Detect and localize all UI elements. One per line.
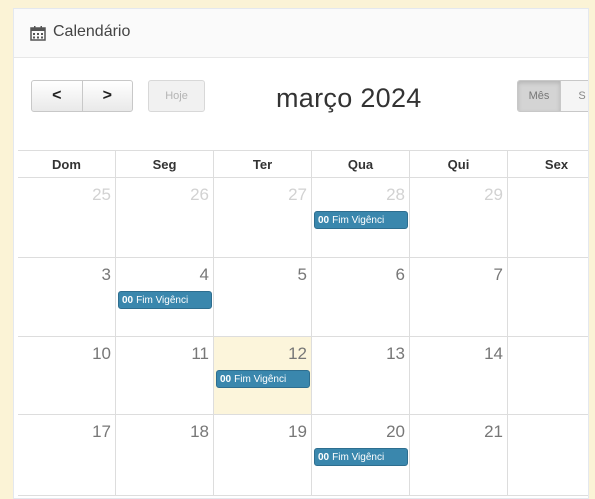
event-time: 00 [318, 214, 330, 226]
event-time: 00 [122, 294, 134, 306]
today-day-cell[interactable]: 12 00 Fim Vigênci [214, 337, 312, 414]
calendar-event[interactable]: 00 Fim Vigênci [314, 448, 408, 466]
panel-title: Calendário [53, 23, 131, 40]
week-view-button[interactable]: S [560, 81, 588, 111]
day-cell[interactable]: 20 00 Fim Vigênci [312, 415, 410, 495]
day-number: 21 [484, 422, 503, 441]
weekday-header: Ter [214, 151, 312, 177]
event-time: 00 [318, 451, 330, 463]
weekday-header: Sex [508, 151, 588, 177]
day-number: 13 [386, 344, 405, 363]
day-number: 12 [288, 344, 307, 363]
weekday-header-row: Dom Seg Ter Qua Qui Sex [18, 150, 588, 178]
day-number: 17 [92, 422, 111, 441]
weekday-header: Dom [18, 151, 116, 177]
day-cell[interactable] [508, 178, 588, 257]
nav-button-group: < > [31, 80, 133, 112]
day-number: 27 [288, 185, 307, 204]
calendar-toolbar: < > Hoje março 2024 Mês S [14, 58, 588, 148]
day-cell[interactable]: 27 [214, 178, 312, 257]
day-cell[interactable]: 28 00 Fim Vigênci [312, 178, 410, 257]
day-number: 28 [386, 185, 405, 204]
calendar-icon [30, 26, 46, 41]
event-title: Fim Vigênci [234, 373, 287, 385]
day-cell[interactable]: 26 [116, 178, 214, 257]
month-grid: Dom Seg Ter Qua Qui Sex 25 26 27 28 00 Fi… [18, 150, 588, 496]
day-number: 7 [493, 265, 503, 284]
day-number: 14 [484, 344, 503, 363]
event-time: 00 [220, 373, 232, 385]
calendar-event[interactable]: 00 Fim Vigênci [314, 211, 408, 229]
next-month-button[interactable]: > [81, 81, 133, 111]
day-number: 25 [92, 185, 111, 204]
week-row: 25 26 27 28 00 Fim Vigênci 29 [18, 178, 588, 258]
month-view-button[interactable]: Mês [518, 81, 560, 111]
weekday-header: Qui [410, 151, 508, 177]
day-number: 29 [484, 185, 503, 204]
day-cell[interactable]: 5 [214, 258, 312, 336]
view-button-group: Mês S [517, 80, 588, 112]
weekday-header: Seg [116, 151, 214, 177]
day-number: 26 [190, 185, 209, 204]
day-number: 20 [386, 422, 405, 441]
day-cell[interactable]: 4 00 Fim Vigênci [116, 258, 214, 336]
day-cell[interactable] [508, 258, 588, 336]
panel-header: Calendário [14, 9, 588, 58]
day-number: 3 [101, 265, 111, 284]
week-row: 10 11 12 00Fim Vigênci 13 14 1 [18, 337, 588, 415]
calendar-panel: Calendário < > Hoje março 2024 Mês S Dom… [13, 8, 589, 499]
today-button[interactable]: Hoje [148, 80, 205, 112]
prev-month-button[interactable]: < [32, 81, 82, 111]
day-number: 4 [199, 265, 209, 284]
day-number: 6 [395, 265, 405, 284]
calendar-event[interactable]: 00 Fim Vigênci [118, 291, 212, 309]
day-cell[interactable]: 11 [116, 337, 214, 414]
day-cell[interactable]: 19 [214, 415, 312, 495]
day-number: 18 [190, 422, 209, 441]
week-row: 17 18 19 20 00Fim Vigênci 21 2 [18, 415, 588, 496]
day-cell[interactable]: 10 [18, 337, 116, 414]
day-number: 11 [191, 344, 209, 363]
day-cell[interactable]: 3 [18, 258, 116, 336]
day-cell[interactable]: 29 [410, 178, 508, 257]
day-cell[interactable]: 18 [116, 415, 214, 495]
event-title: Fim Vigênci [332, 214, 385, 226]
day-cell[interactable]: 17 [18, 415, 116, 495]
day-cell[interactable]: 14 [410, 337, 508, 414]
weekday-header: Qua [312, 151, 410, 177]
event-title: Fim Vigênci [136, 294, 189, 306]
calendar-event[interactable]: 00 Fim Vigênci [216, 370, 310, 388]
day-number: 1 [588, 344, 589, 364]
day-cell[interactable]: 13 [312, 337, 410, 414]
day-cell[interactable]: 2 [508, 415, 589, 495]
day-number: 2 [588, 422, 589, 442]
week-row: 3 4 00 Fim Vigênci 5 6 7 [18, 258, 588, 337]
day-number: 10 [92, 344, 111, 363]
day-cell[interactable]: 21 [410, 415, 508, 495]
day-cell[interactable]: 7 [410, 258, 508, 336]
calendar-title: março 2024 [276, 83, 422, 113]
day-cell[interactable]: 6 [312, 258, 410, 336]
day-cell[interactable]: 25 [18, 178, 116, 257]
day-number: 19 [288, 422, 307, 441]
day-cell[interactable]: 1 [508, 337, 589, 414]
day-number: 5 [297, 265, 307, 284]
event-title: Fim Vigênci [332, 451, 385, 463]
